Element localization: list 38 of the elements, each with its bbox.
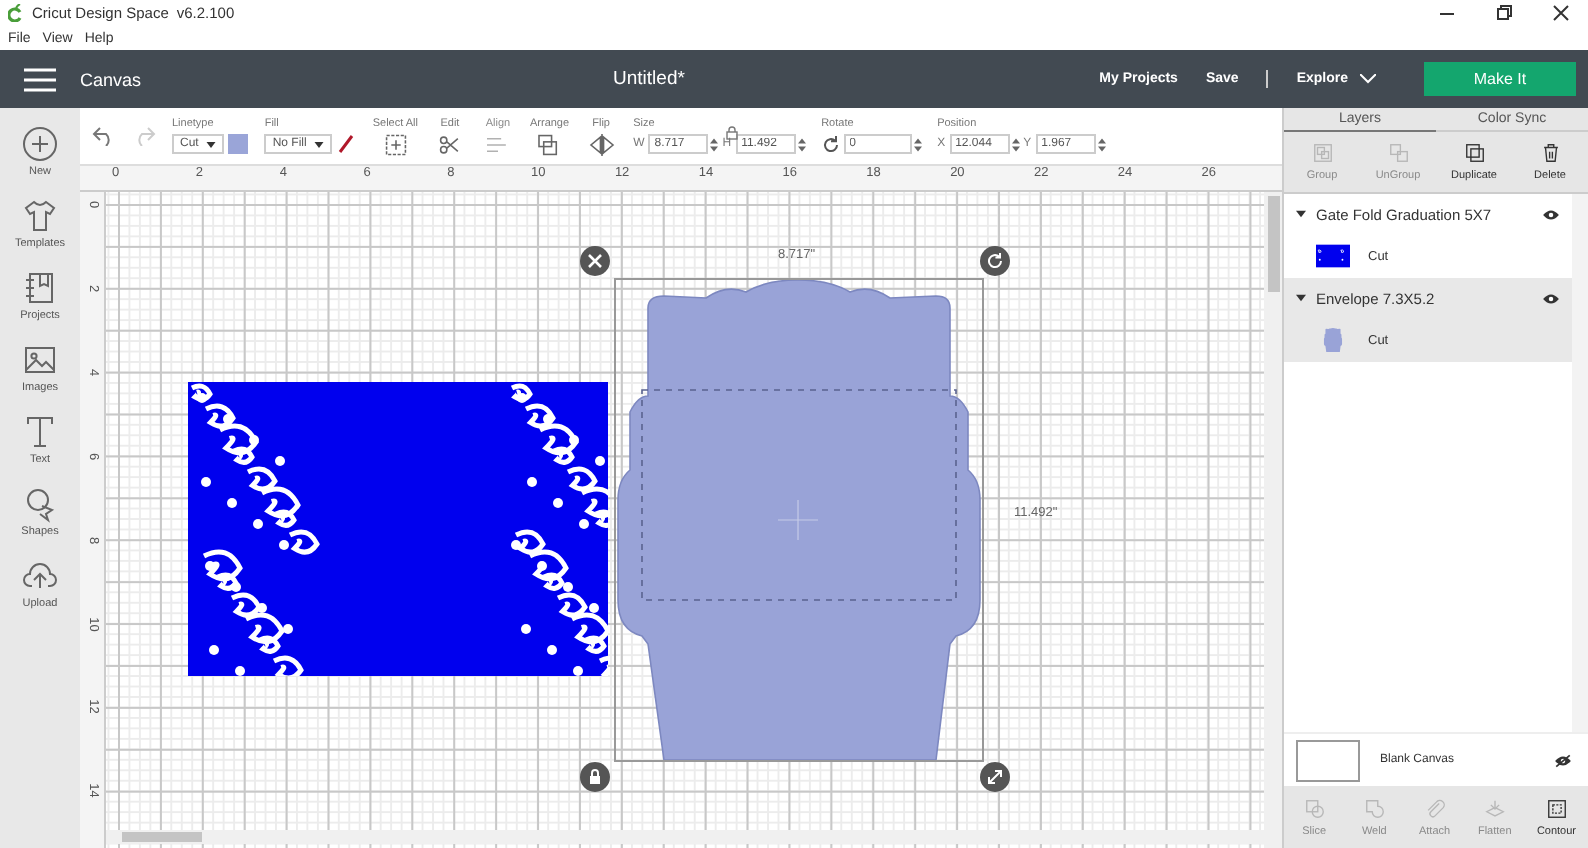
caret-icon[interactable] [1296,294,1306,302]
menu-icon[interactable] [24,67,56,91]
flatten-icon [1483,797,1506,819]
weld-icon [1363,797,1386,819]
lock-icon[interactable] [726,126,739,140]
dropdown-arrow-icon [206,141,217,147]
trash-icon [1539,142,1561,164]
rotate-handle-icon[interactable] [980,246,1010,276]
contour-icon [1545,797,1568,819]
slice-icon [1303,797,1326,819]
flip-icon [585,133,618,155]
caret-icon[interactable] [1296,210,1306,218]
lock-icon[interactable] [580,762,610,792]
scrollbar[interactable] [106,830,1266,844]
eye-icon[interactable] [1542,291,1560,305]
close-icon[interactable] [580,246,610,276]
paperclip-icon [1423,797,1446,819]
app-logo-icon [8,4,24,22]
dropdown-arrow-icon [314,141,325,147]
shirt-icon [19,196,60,236]
plus-icon [20,124,60,164]
section-title: Canvas [80,69,142,89]
undo-icon[interactable] [92,126,116,146]
scrollbar[interactable] [1264,192,1282,848]
group-icon [1311,142,1333,164]
resize-handle-icon[interactable] [980,762,1010,792]
blank-canvas-thumbnail[interactable] [1296,739,1360,781]
card-thumbnail [1316,244,1350,268]
document-title: Untitled* [613,68,685,90]
color-swatch[interactable] [228,134,249,154]
card-artwork-drawing[interactable] [188,382,608,676]
eye-icon[interactable] [1542,207,1560,221]
duplicate-icon [1463,142,1485,164]
hidden-eye-icon[interactable] [1554,753,1572,767]
chevron-down-icon[interactable] [1360,74,1376,84]
rotate-icon [821,135,840,153]
ungroup-icon [1387,142,1409,164]
no-fill-icon[interactable] [336,134,357,154]
